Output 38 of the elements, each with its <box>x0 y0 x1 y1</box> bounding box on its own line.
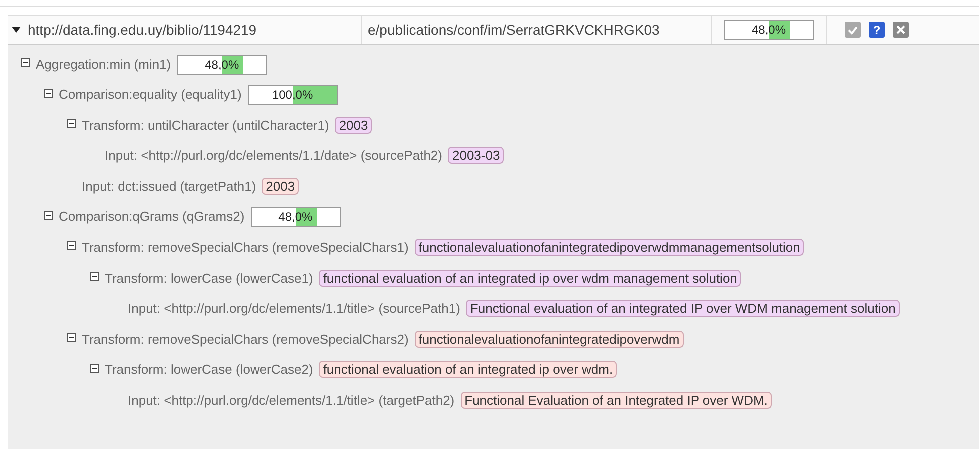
help-icon[interactable]: ? <box>869 22 885 38</box>
value-tag: functional evaluation of an integrated ip over wdm. <box>319 361 618 378</box>
value-tag: Functional Evaluation of an Integrated IP over WDM. <box>460 392 772 409</box>
node-label: Input: <http://purl.org/dc/elements/1.1/title> (sourcePath1) <box>128 301 460 316</box>
check-icon[interactable] <box>845 22 861 38</box>
value-tag: 2003 <box>262 178 300 195</box>
collapse-icon[interactable] <box>67 119 76 128</box>
node-label: Transform: untilCharacter (untilCharacter1) <box>82 118 330 133</box>
value-tag: 2003-03 <box>448 147 504 164</box>
value-tag: functional evaluation of an integrated ip over wdm management solution <box>319 270 742 286</box>
collapse-icon[interactable] <box>21 58 30 67</box>
node-label: Input: <http://purl.org/dc/elements/1.1/title> (targetPath2) <box>128 392 455 408</box>
target-uri: e/publications/conf/im/SerratGRKVCKHRGK03 <box>368 22 660 38</box>
node-label: Input: dct:issued (targetPath1) <box>82 178 256 194</box>
collapse-icon[interactable] <box>44 210 53 220</box>
value-tag: 2003 <box>335 116 372 134</box>
node-label: Transform: lowerCase (lowerCase2) <box>105 362 314 378</box>
score-bar: 100,0% <box>248 85 338 106</box>
score-bar: 48,0% <box>177 54 268 75</box>
node-label: Transform: removeSpecialChars (removeSpecialChars2) <box>82 332 409 347</box>
collapse-icon[interactable] <box>44 88 53 98</box>
collapse-icon[interactable] <box>67 241 76 250</box>
node-label: Input: <http://purl.org/dc/elements/1.1/date> (sourcePath2) <box>105 148 442 164</box>
node-label: Aggregation:min (min1) <box>36 56 172 72</box>
value-tag: functionalevaluationofanintegratedipoverwdm <box>414 330 684 348</box>
close-icon[interactable] <box>893 22 909 38</box>
value-tag: Functional evaluation of an integrated IP over WDM management solution <box>466 300 900 318</box>
collapse-icon[interactable] <box>90 364 99 373</box>
node-label: Comparison:equality (equality1) <box>59 87 242 102</box>
score-bar: 48,0% <box>724 20 814 40</box>
source-uri: http://data.fing.edu.uy/biblio/1194219 <box>28 22 257 38</box>
collapse-icon[interactable] <box>67 333 76 342</box>
node-label: Transform: lowerCase (lowerCase1) <box>105 270 314 286</box>
value-tag: functionalevaluationofanintegratedipoverwdmmanagementsolution <box>414 238 804 256</box>
node-label: Transform: removeSpecialChars (removeSpecialChars1) <box>82 240 409 255</box>
node-label: Comparison:qGrams (qGrams2) <box>59 209 245 224</box>
caret-icon[interactable] <box>12 27 21 33</box>
collapse-icon[interactable] <box>90 272 99 281</box>
